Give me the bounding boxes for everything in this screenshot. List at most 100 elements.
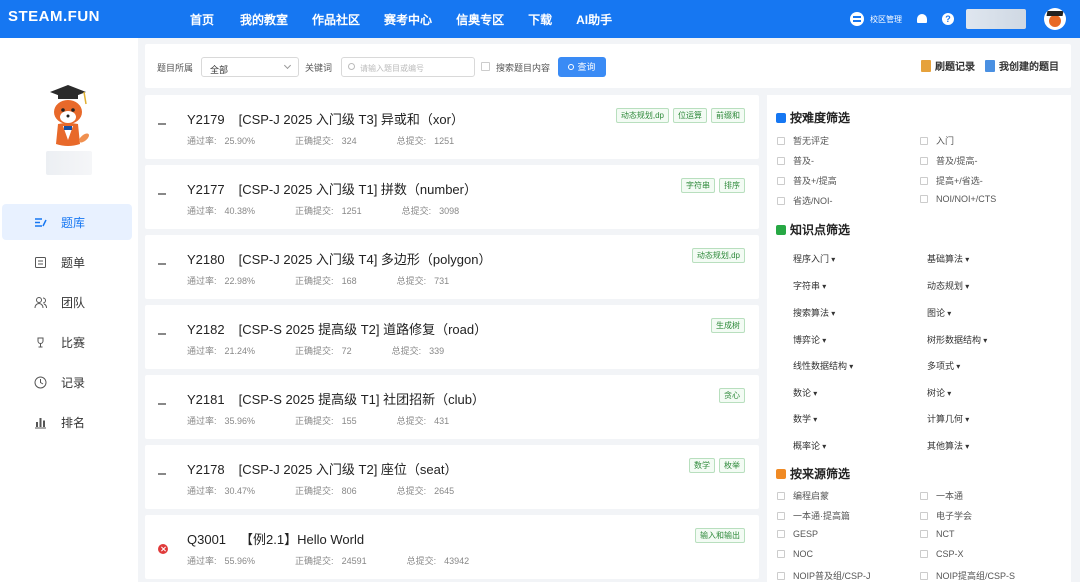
knowledge-point-dropdown[interactable]: 基础算法 (927, 252, 969, 265)
checkbox[interactable] (920, 511, 928, 520)
source-option[interactable]: NOIP普及组/CSP-J (777, 569, 871, 582)
problem-title[interactable]: Y2182 [CSP-S 2025 提高级 T2] 道路修复（road） (187, 319, 487, 338)
checkbox[interactable] (920, 176, 928, 185)
checkbox[interactable] (920, 550, 928, 558)
problem-card[interactable]: Y2179 [CSP-J 2025 入门级 T3] 异或和（xor） 通过率: 25… (145, 95, 759, 159)
knowledge-point-dropdown[interactable]: 线性数据结构 (793, 359, 853, 372)
tag[interactable]: 排序 (719, 178, 745, 193)
checkbox[interactable] (777, 176, 785, 185)
practice-records-link[interactable]: 刷题记录 (921, 58, 975, 73)
knowledge-point-dropdown[interactable]: 计算几何 (927, 412, 969, 425)
sidebar-item-contest[interactable]: 比赛 (2, 324, 132, 360)
source-option[interactable]: 一本通 (920, 489, 963, 502)
difficulty-option[interactable]: 省选/NOI- (777, 194, 833, 207)
checkbox[interactable] (920, 491, 928, 500)
knowledge-point-dropdown[interactable]: 搜索算法 (793, 306, 835, 319)
problem-title[interactable]: Y2177 [CSP-J 2025 入门级 T1] 拼数（number） (187, 179, 477, 198)
tag[interactable]: 输入和输出 (695, 528, 745, 543)
knowledge-point-dropdown[interactable]: 树形数据结构 (927, 333, 987, 346)
checkbox[interactable] (777, 156, 785, 165)
username-redacted[interactable] (966, 9, 1026, 29)
knowledge-point-dropdown[interactable]: 其他算法 (927, 439, 969, 452)
difficulty-option[interactable]: 暂无评定 (777, 134, 829, 147)
problem-card[interactable]: Y2182 [CSP-S 2025 提高级 T2] 道路修复（road） 通过率:… (145, 305, 759, 369)
knowledge-point-dropdown[interactable]: 图论 (927, 306, 951, 319)
problem-title[interactable]: Y2178 [CSP-J 2025 入门级 T2] 座位（seat） (187, 459, 458, 478)
tag[interactable]: 贪心 (719, 388, 745, 403)
nav-download[interactable]: 下载 (528, 11, 552, 28)
tag[interactable]: 数学 (689, 458, 715, 473)
checkbox[interactable] (920, 571, 928, 580)
query-button[interactable]: 查询 (558, 57, 606, 77)
problem-card[interactable]: Y2177 [CSP-J 2025 入门级 T1] 拼数（number） 通过率:… (145, 165, 759, 229)
knowledge-point-dropdown[interactable]: 概率论 (793, 439, 826, 452)
tag[interactable]: 动态规划,dp (615, 108, 669, 123)
checkbox[interactable] (777, 511, 785, 520)
knowledge-point-dropdown[interactable]: 数学 (793, 412, 817, 425)
checkbox[interactable] (920, 136, 928, 145)
checkbox[interactable] (920, 530, 928, 538)
sidebar-item-team[interactable]: 团队 (2, 284, 132, 320)
tag[interactable]: 动态规划,dp (691, 248, 745, 263)
category-select[interactable]: 全部 (201, 57, 299, 77)
source-option[interactable]: GESP (777, 529, 818, 539)
nav-olympiad[interactable]: 信奥专区 (456, 11, 504, 28)
difficulty-option[interactable]: NOI/NOI+/CTS (920, 194, 996, 204)
source-option[interactable]: NOC (777, 549, 813, 559)
difficulty-option[interactable]: 普及/提高- (920, 154, 978, 167)
source-option[interactable]: CSP-X (920, 549, 964, 559)
checkbox[interactable] (920, 156, 928, 165)
tag[interactable]: 位运算 (673, 108, 707, 123)
avatar[interactable] (1044, 8, 1066, 30)
problem-card[interactable]: Q3001 【例2.1】Hello World 通过率: 55.96% 正确提交: 2… (145, 515, 759, 579)
tag[interactable]: 枚举 (719, 458, 745, 473)
sidebar-item-question-bank[interactable]: 题库 (2, 204, 132, 240)
knowledge-point-dropdown[interactable]: 字符串 (793, 279, 826, 292)
knowledge-point-dropdown[interactable]: 树论 (927, 386, 951, 399)
difficulty-option[interactable]: 入门 (920, 134, 954, 147)
help-icon[interactable]: ? (942, 13, 954, 25)
checkbox[interactable] (777, 196, 785, 205)
difficulty-option[interactable]: 普及+/提高 (777, 174, 837, 187)
source-option[interactable]: 编程启蒙 (777, 489, 829, 502)
problem-title[interactable]: Y2179 [CSP-J 2025 入门级 T3] 异或和（xor） (187, 109, 464, 128)
difficulty-option[interactable]: 普及- (777, 154, 814, 167)
source-option[interactable]: 电子学会 (920, 509, 972, 522)
search-content-checkbox[interactable] (481, 62, 490, 71)
checkbox[interactable] (777, 530, 785, 538)
checkbox[interactable] (777, 136, 785, 145)
source-option[interactable]: 一本通·提高篇 (777, 509, 850, 522)
tag[interactable]: 字符串 (681, 178, 715, 193)
knowledge-point-dropdown[interactable]: 动态规划 (927, 279, 969, 292)
sidebar-item-ranking[interactable]: 排名 (2, 404, 132, 440)
difficulty-option[interactable]: 提高+/省选- (920, 174, 983, 187)
my-created-problems-link[interactable]: 我创建的题目 (985, 58, 1059, 73)
nav-exam-center[interactable]: 赛考中心 (384, 11, 432, 28)
source-option[interactable]: NCT (920, 529, 955, 539)
nav-ai-assistant[interactable]: AI助手 (576, 11, 612, 28)
checkbox[interactable] (777, 550, 785, 558)
problem-title[interactable]: Q3001 【例2.1】Hello World (187, 529, 364, 548)
knowledge-point-dropdown[interactable]: 程序入门 (793, 252, 835, 265)
bell-icon[interactable] (916, 13, 928, 25)
nav-community[interactable]: 作品社区 (312, 11, 360, 28)
problem-card[interactable]: Y2181 [CSP-S 2025 提高级 T1] 社团招新（club） 通过率:… (145, 375, 759, 439)
campus-management-button[interactable]: 校区管理 (850, 12, 902, 26)
tag[interactable]: 生成树 (711, 318, 745, 333)
problem-card[interactable]: Y2178 [CSP-J 2025 入门级 T2] 座位（seat） 通过率: 30… (145, 445, 759, 509)
checkbox[interactable] (777, 491, 785, 500)
knowledge-point-dropdown[interactable]: 数论 (793, 386, 817, 399)
nav-my-classroom[interactable]: 我的教室 (240, 11, 288, 28)
problem-title[interactable]: Y2181 [CSP-S 2025 提高级 T1] 社团招新（club） (187, 389, 485, 408)
site-logo[interactable]: STEAM.FUN (8, 8, 100, 25)
problem-card[interactable]: Y2180 [CSP-J 2025 入门级 T4] 多边形（polygon） 通过… (145, 235, 759, 299)
sidebar-item-problem-list[interactable]: 题单 (2, 244, 132, 280)
tag[interactable]: 前缀和 (711, 108, 745, 123)
source-option[interactable]: NOIP提高组/CSP-S (920, 569, 1015, 582)
sidebar-item-records[interactable]: 记录 (2, 364, 132, 400)
knowledge-point-dropdown[interactable]: 多项式 (927, 359, 960, 372)
problem-title[interactable]: Y2180 [CSP-J 2025 入门级 T4] 多边形（polygon） (187, 249, 491, 268)
knowledge-point-dropdown[interactable]: 博弈论 (793, 333, 826, 346)
checkbox[interactable] (920, 195, 928, 203)
nav-home[interactable]: 首页 (190, 11, 214, 28)
